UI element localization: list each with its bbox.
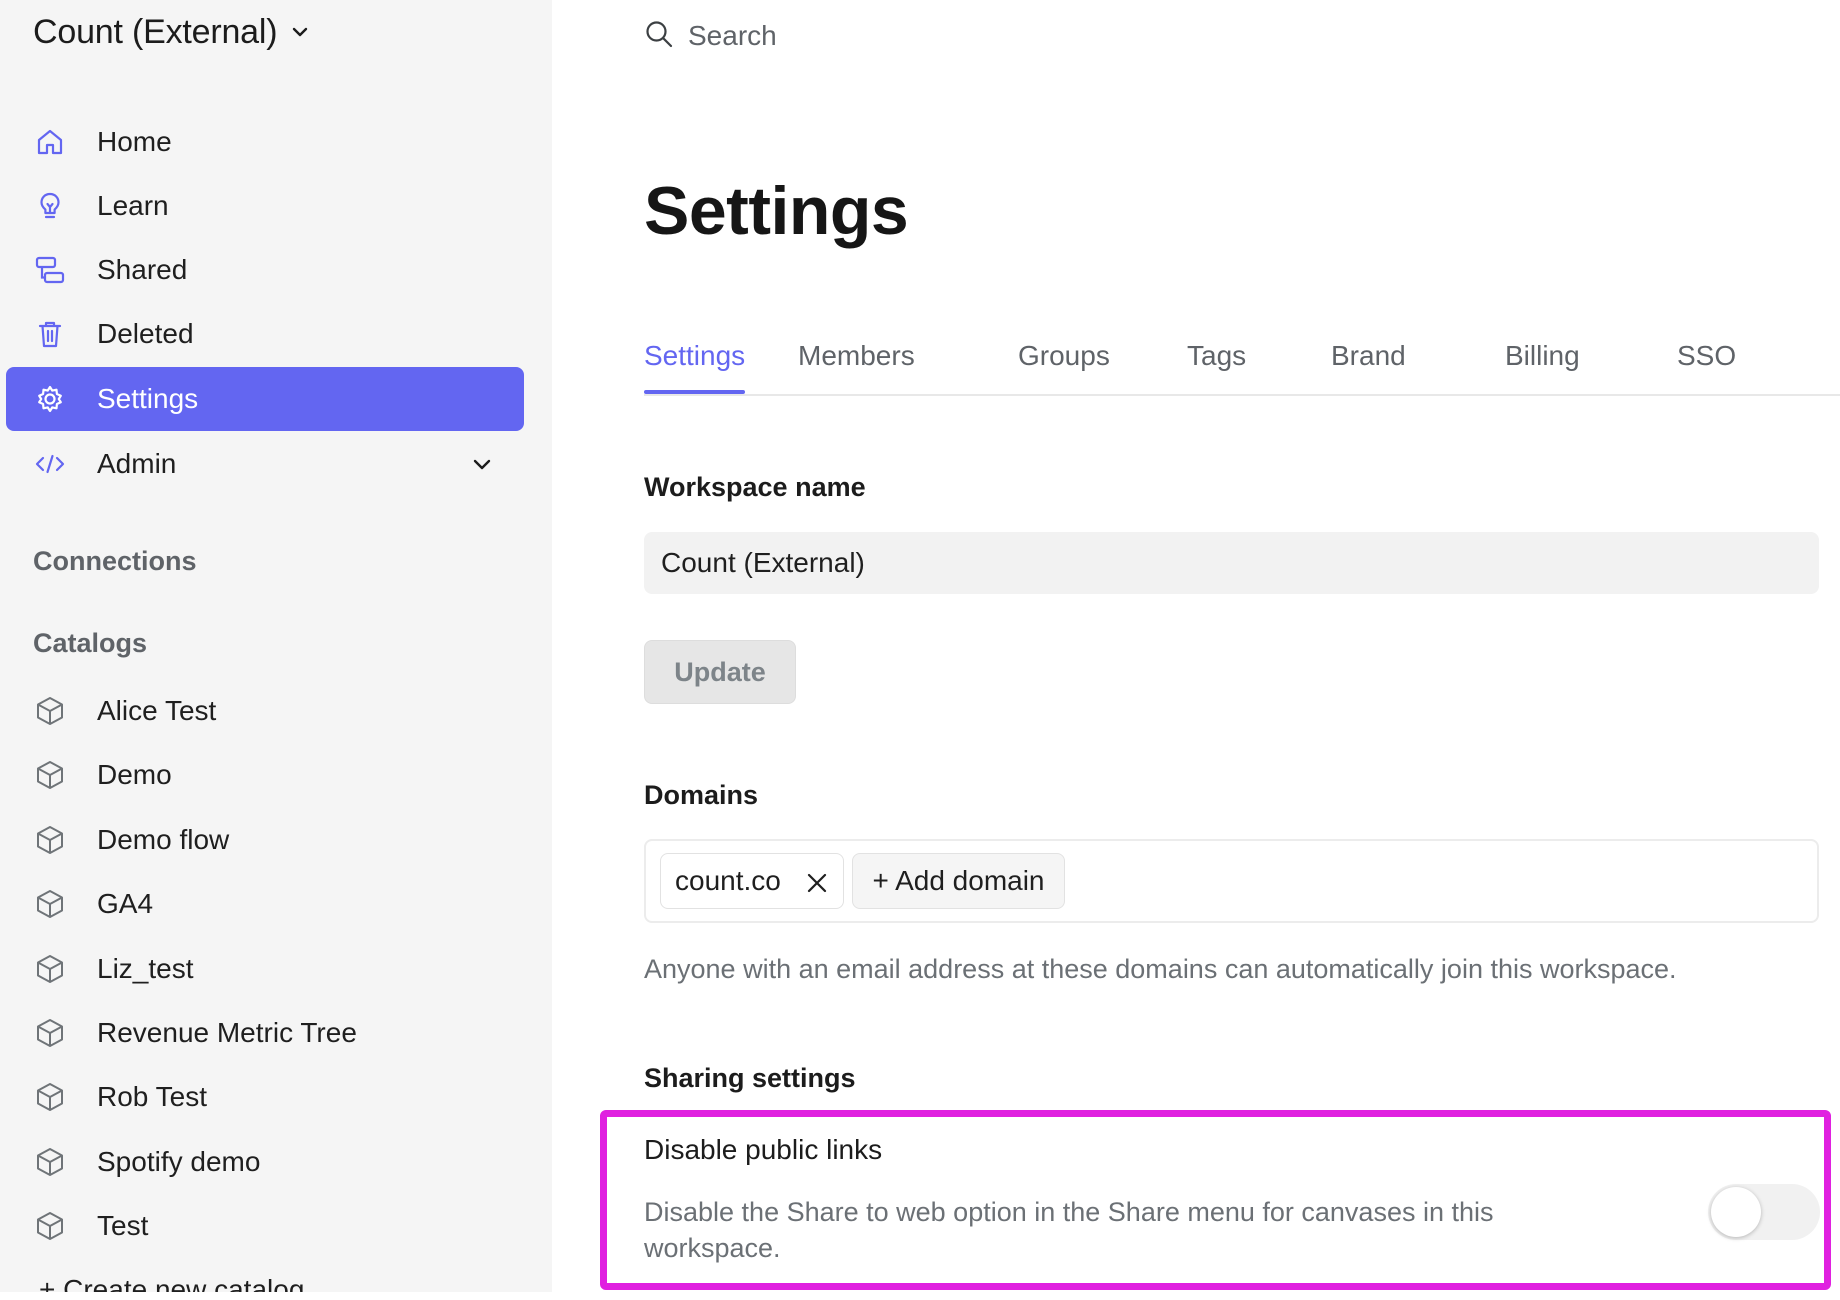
- search-input[interactable]: [688, 20, 1028, 52]
- catalogs-heading: Catalogs: [33, 628, 148, 658]
- sidebar-item-learn[interactable]: Learn: [6, 174, 524, 238]
- tab-brand[interactable]: Brand: [1331, 340, 1406, 394]
- sidebar-item-label: Settings: [97, 383, 199, 414]
- sidebar-item-label: Home: [97, 126, 172, 157]
- catalog-item[interactable]: Rob Test: [6, 1069, 524, 1125]
- catalog-label: Liz_test: [97, 953, 194, 984]
- domains-field[interactable]: count.co + Add domain: [644, 839, 1819, 923]
- domains-help-text: Anyone with an email address at these do…: [644, 954, 1677, 984]
- sidebar-item-admin[interactable]: Admin: [6, 432, 524, 496]
- add-domain-button[interactable]: + Add domain: [852, 853, 1065, 909]
- tab-tags[interactable]: Tags: [1187, 340, 1246, 394]
- catalog-label: Spotify demo: [97, 1146, 261, 1177]
- catalog-item[interactable]: Spotify demo: [6, 1134, 524, 1190]
- catalog-label: GA4: [97, 888, 154, 919]
- sidebar-item-settings[interactable]: Settings: [6, 367, 524, 431]
- sidebar-item-label: Shared: [97, 254, 188, 285]
- catalog-item[interactable]: Liz_test: [6, 941, 524, 997]
- domains-label: Domains: [644, 780, 759, 810]
- tab-settings[interactable]: Settings: [644, 340, 746, 394]
- sidebar-item-label: Admin: [97, 448, 177, 479]
- sidebar-item-shared[interactable]: Shared: [6, 238, 524, 302]
- shared-icon: [34, 254, 66, 286]
- catalog-item[interactable]: Demo: [6, 747, 524, 803]
- code-icon: [34, 448, 66, 480]
- cube-icon: [34, 824, 66, 856]
- cube-icon: [34, 1081, 66, 1113]
- chevron-down-icon: [289, 21, 311, 43]
- chevron-down-icon[interactable]: [470, 452, 494, 476]
- cube-icon: [34, 1017, 66, 1049]
- sidebar-item-label: Learn: [97, 190, 169, 221]
- app-root: Count (External) Home Learn Shared Delet…: [0, 0, 1840, 1300]
- create-catalog-button[interactable]: + Create new catalog: [6, 1262, 524, 1292]
- catalog-label: Revenue Metric Tree: [97, 1017, 357, 1048]
- catalog-item[interactable]: Demo flow: [6, 812, 524, 868]
- catalog-label: Alice Test: [97, 695, 217, 726]
- workspace-name-input[interactable]: [644, 532, 1819, 594]
- sidebar-item-home[interactable]: Home: [6, 110, 524, 174]
- sidebar: Count (External) Home Learn Shared Delet…: [0, 0, 552, 1292]
- page-title: Settings: [644, 173, 909, 249]
- catalog-label: Test: [97, 1210, 149, 1241]
- workspace-name: Count (External): [33, 12, 278, 51]
- trash-icon: [34, 318, 66, 350]
- sidebar-item-label: Deleted: [97, 318, 194, 349]
- catalog-item[interactable]: Revenue Metric Tree: [6, 1005, 524, 1061]
- sharing-settings-label: Sharing settings: [644, 1063, 856, 1093]
- cube-icon: [34, 888, 66, 920]
- add-domain-label: + Add domain: [872, 865, 1045, 896]
- search-icon: [644, 19, 674, 54]
- catalog-item[interactable]: Test: [6, 1198, 524, 1254]
- tab-groups[interactable]: Groups: [1018, 340, 1110, 394]
- catalog-label: Rob Test: [97, 1081, 207, 1112]
- main-content: Settings Settings Members Groups Tags Br…: [552, 0, 1840, 1300]
- gear-icon: [34, 383, 66, 415]
- tab-sso[interactable]: SSO: [1677, 340, 1736, 394]
- workspace-switcher[interactable]: Count (External): [33, 10, 311, 54]
- home-icon: [34, 126, 66, 158]
- domain-chip-label: count.co: [675, 865, 781, 896]
- workspace-name-label: Workspace name: [644, 472, 866, 502]
- create-catalog-label: + Create new catalog: [39, 1274, 305, 1292]
- close-icon[interactable]: [805, 870, 829, 894]
- sidebar-item-deleted[interactable]: Deleted: [6, 302, 524, 366]
- update-button[interactable]: Update: [644, 640, 796, 704]
- cube-icon: [34, 953, 66, 985]
- tab-members[interactable]: Members: [798, 340, 915, 394]
- cube-icon: [34, 759, 66, 791]
- search-bar[interactable]: [644, 14, 1044, 58]
- catalog-item[interactable]: GA4: [6, 876, 524, 932]
- highlight-annotation: [600, 1110, 1831, 1290]
- cube-icon: [34, 695, 66, 727]
- lightbulb-icon: [34, 190, 66, 222]
- catalog-label: Demo flow: [97, 824, 230, 855]
- cube-icon: [34, 1146, 66, 1178]
- connections-heading[interactable]: Connections: [33, 546, 197, 577]
- domain-chip: count.co: [660, 853, 844, 909]
- catalog-label: Demo: [97, 759, 172, 790]
- settings-tabs: Settings Members Groups Tags Brand Billi…: [644, 330, 1840, 396]
- cube-icon: [34, 1210, 66, 1242]
- tab-billing[interactable]: Billing: [1505, 340, 1580, 394]
- catalog-item[interactable]: Alice Test: [6, 683, 524, 739]
